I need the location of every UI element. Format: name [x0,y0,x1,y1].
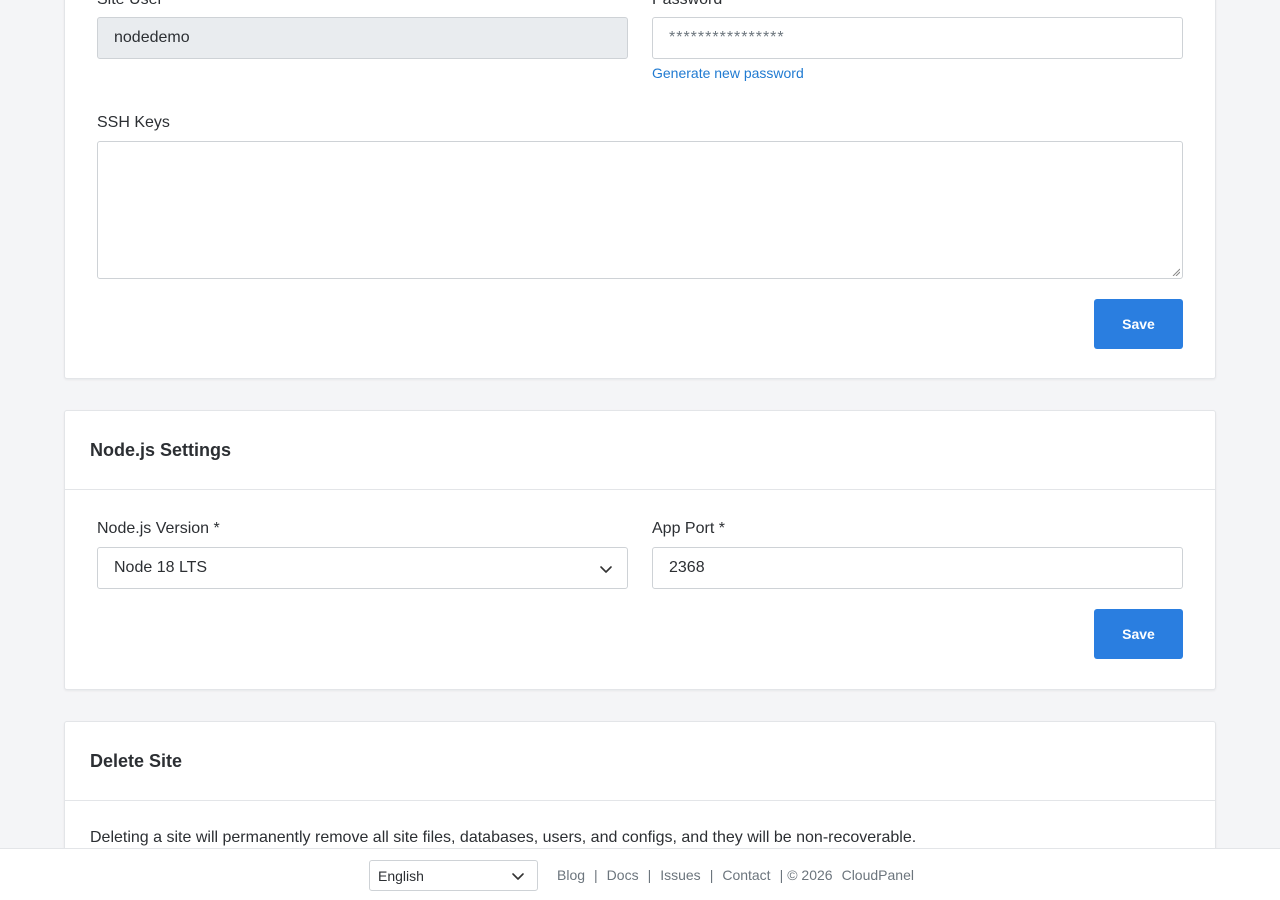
nodejs-settings-divider [65,489,1215,490]
delete-site-title: Delete Site [90,751,183,771]
password-placeholder: **************** [669,29,785,46]
footer-copyright: © 2026 [787,867,833,883]
ssh-keys-label: SSH Keys [97,114,170,131]
app-port-label: App Port * [652,520,725,537]
app-port-field[interactable]: 2368 [652,547,1183,589]
footer-separator: | [709,867,714,883]
ssh-keys-textarea[interactable] [97,141,1183,279]
app-port-value: 2368 [669,559,705,576]
site-user-card: Site User Password nodedemo ************… [64,0,1216,379]
nodejs-version-value: Node 18 LTS [114,559,208,576]
footer-separator: | [594,867,598,883]
footer-separator: | [779,867,784,883]
delete-site-description: Deleting a site will permanently remove … [90,829,917,846]
footer: English Blog | Docs | Issues | Contact |… [0,848,1280,900]
site-user-value: nodedemo [114,29,190,46]
chevron-down-icon [600,566,612,573]
resize-grip-icon[interactable] [1172,268,1180,276]
footer-separator: | [647,867,652,883]
ssh-save-button[interactable]: Save [1094,299,1183,349]
nodejs-version-label: Node.js Version * [97,520,220,537]
language-value: English [378,867,424,884]
nodejs-version-select[interactable]: Node 18 LTS [97,547,628,589]
nodejs-settings-title: Node.js Settings [90,440,232,460]
footer-link-contact[interactable]: Contact [722,867,770,883]
footer-link-docs[interactable]: Docs [607,867,639,883]
footer-link-blog[interactable]: Blog [557,867,585,883]
generate-password-link[interactable]: Generate new password [652,65,804,81]
nodejs-settings-card: Node.js Settings Node.js Version * App P… [64,410,1216,690]
site-user-field: nodedemo [97,17,628,59]
nodejs-save-button[interactable]: Save [1094,609,1183,659]
footer-link-issues[interactable]: Issues [660,867,700,883]
site-user-label: Site User [97,0,163,9]
footer-links: Blog | Docs | Issues | Contact | © 2026 … [557,867,914,883]
language-select[interactable]: English [369,860,538,891]
footer-brand: CloudPanel [841,867,914,883]
password-field[interactable]: **************** [652,17,1183,59]
chevron-down-icon [512,873,524,880]
password-label: Password [652,0,722,9]
delete-site-divider [65,800,1215,801]
